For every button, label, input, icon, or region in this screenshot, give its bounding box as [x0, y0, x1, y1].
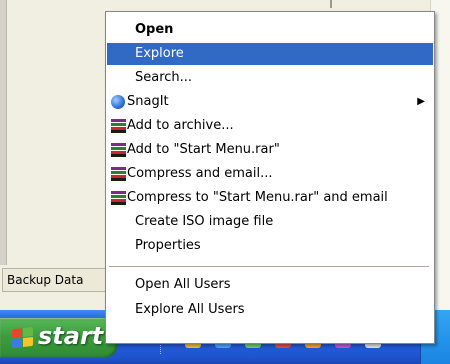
menu-item-search[interactable]: Search... — [107, 67, 433, 89]
menu-item-label: Explore All Users — [135, 302, 245, 317]
menu-item-open-all-users[interactable]: Open All Users — [107, 274, 433, 296]
windows-flag-icon — [12, 326, 34, 349]
status-bar-text: Backup Data — [2, 268, 120, 292]
menu-item-add-to-rar[interactable]: Add to "Start Menu.rar" — [107, 139, 433, 161]
menu-item-label: SnagIt — [127, 94, 169, 109]
column-divider — [330, 0, 332, 8]
menu-item-add-to-archive[interactable]: Add to archive... — [107, 115, 433, 137]
menu-item-explore[interactable]: Explore — [107, 43, 433, 65]
context-menu: Open Explore Search... SnagIt ▶ Add to a… — [105, 11, 435, 344]
menu-item-label: Properties — [135, 238, 201, 253]
winrar-icon — [111, 143, 127, 157]
menu-item-label: Open — [135, 22, 174, 37]
winrar-icon — [111, 191, 127, 205]
winrar-icon — [111, 119, 127, 133]
menu-item-label: Compress and email... — [127, 166, 273, 181]
submenu-arrow-icon: ▶ — [417, 96, 425, 107]
menu-separator — [109, 266, 429, 267]
menu-item-label: Add to "Start Menu.rar" — [127, 142, 280, 157]
menu-item-label: Compress to "Start Menu.rar" and email — [127, 190, 388, 205]
winrar-icon — [111, 167, 127, 181]
menu-item-properties[interactable]: Properties — [107, 235, 433, 257]
menu-item-explore-all-users[interactable]: Explore All Users — [107, 299, 433, 321]
menu-item-label: Add to archive... — [127, 118, 234, 133]
menu-item-open[interactable]: Open — [107, 19, 433, 41]
menu-item-compress-to-rar-and-email[interactable]: Compress to "Start Menu.rar" and email — [107, 187, 433, 209]
menu-item-create-iso[interactable]: Create ISO image file — [107, 211, 433, 233]
menu-item-label: Explore — [135, 46, 184, 61]
menu-item-label: Create ISO image file — [135, 214, 274, 229]
menu-item-label: Search... — [135, 70, 193, 85]
menu-item-snagit[interactable]: SnagIt ▶ — [107, 91, 433, 113]
menu-item-label: Open All Users — [135, 277, 231, 292]
start-button-label[interactable]: start — [38, 322, 103, 350]
menu-item-compress-and-email[interactable]: Compress and email... — [107, 163, 433, 185]
snagit-icon — [111, 95, 127, 109]
explorer-left-pane — [0, 0, 7, 265]
